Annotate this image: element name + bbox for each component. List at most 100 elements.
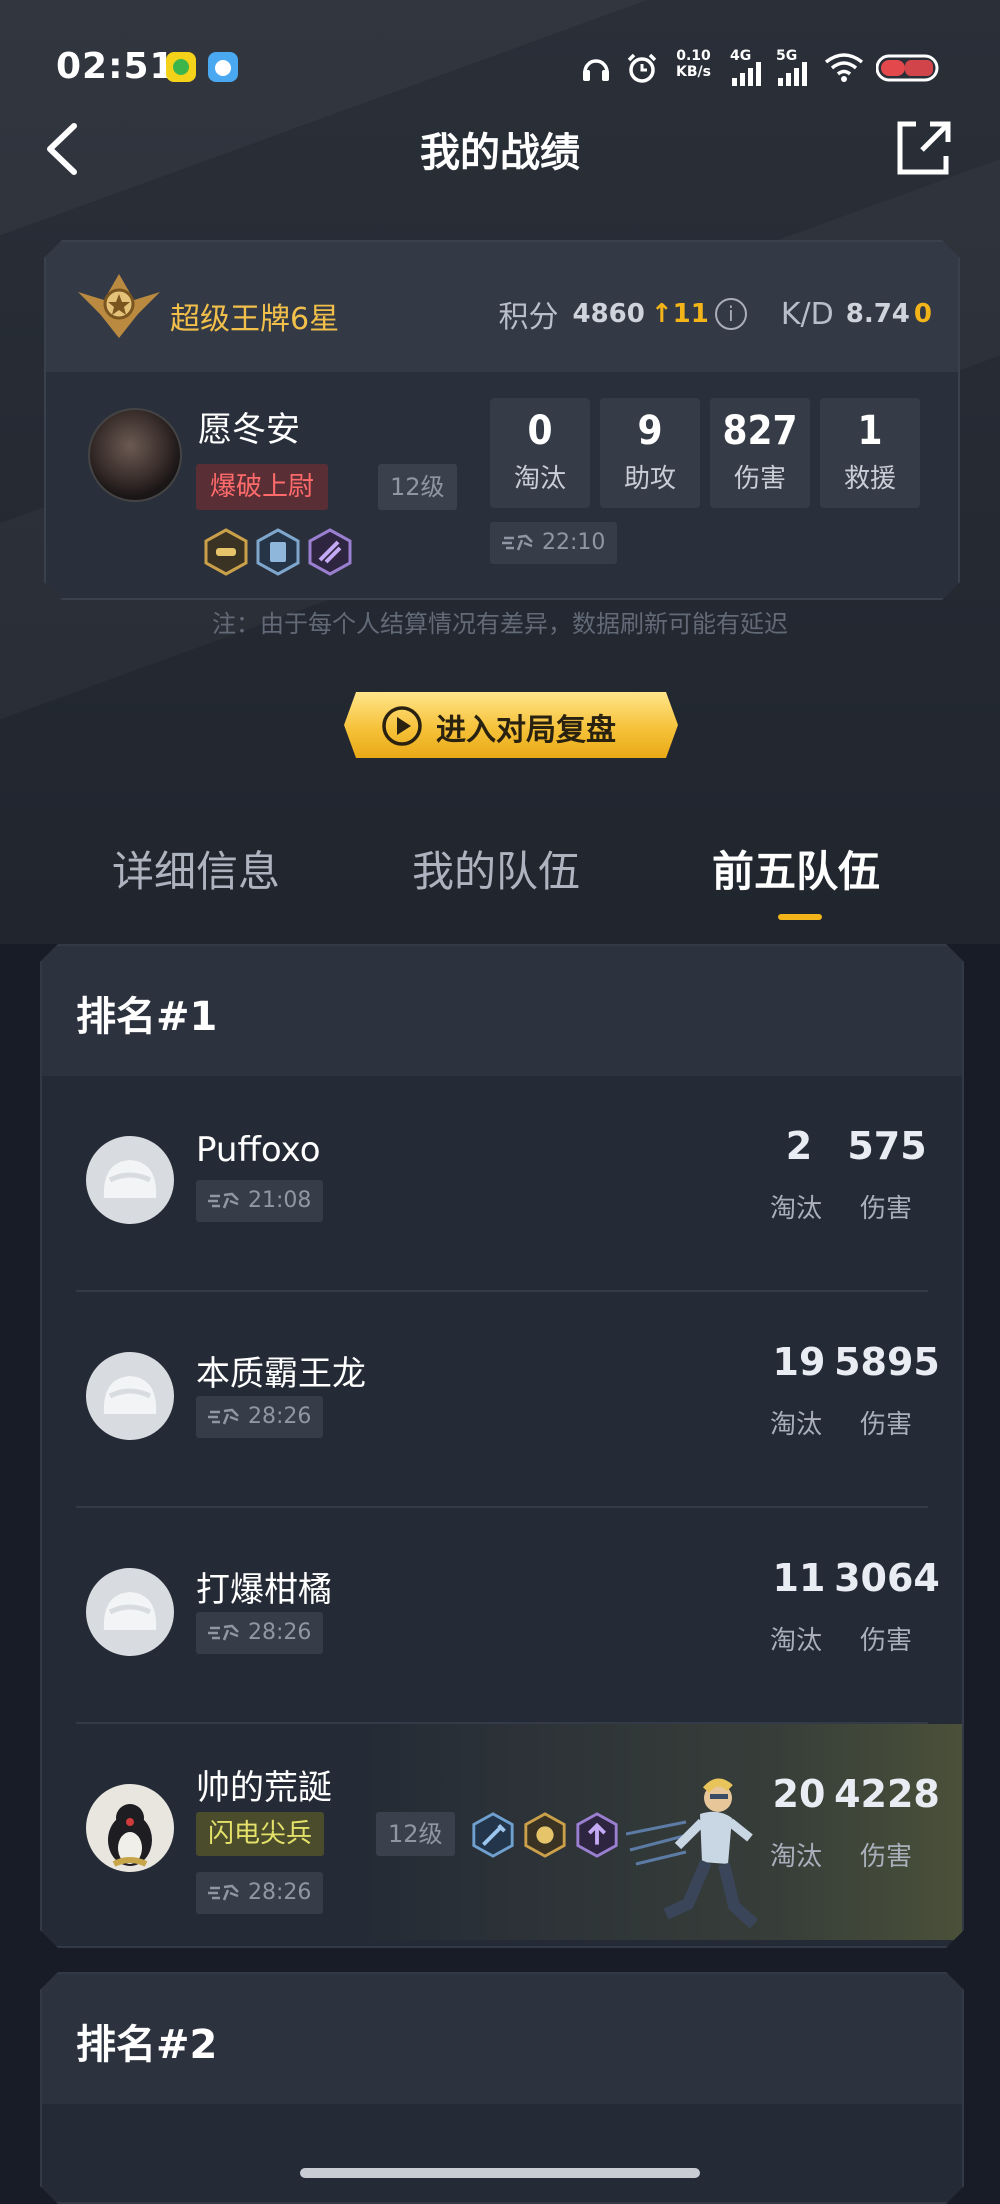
damage-label: 伤害 [860,1194,913,1224]
default-avatar-icon [86,1352,174,1440]
kd-value: 8.74 [845,299,910,329]
stat-value: 1 [857,408,883,454]
alarm-icon [627,53,657,83]
home-indicator[interactable] [300,2168,700,2178]
survival-time: 28:26 [196,1612,323,1654]
replay-icon [382,706,422,746]
player-row[interactable]: 帅的荒誕 闪电尖兵 12级 28:26 20 4228 淘汰 伤害 [42,1724,962,1940]
running-icon [208,1192,242,1210]
player-name: Puffoxo [196,1130,321,1170]
status-icons: 0.10 KB/s 4G 5G [580,44,980,88]
network-speed: 0.10 KB/s [676,48,711,80]
damage-label: 伤害 [860,1626,913,1656]
player-row[interactable]: 本质霸王龙 28:26 19 5895 淘汰 伤害 [42,1292,962,1508]
player-name: 打爆柑橘 [196,1570,332,1610]
title-badge: 闪电尖兵 [196,1812,324,1856]
info-icon[interactable]: i [715,298,747,330]
kills-value: 20 [772,1772,826,1816]
survival-time: 28:26 [196,1872,323,1914]
default-avatar-icon [86,1568,174,1656]
stat-label: 助攻 [623,464,676,494]
player-name: 愿冬安 [198,410,300,450]
kills-label: 淘汰 [770,1410,823,1440]
honor-arrow-icon[interactable] [574,1812,620,1858]
kd-label: K/D [780,296,834,332]
player-name: 帅的荒誕 [196,1768,332,1808]
level-badge: 12级 [376,1812,455,1856]
score-change: 11 [672,299,709,329]
kills-label: 淘汰 [770,1194,823,1224]
kills-label: 淘汰 [770,1842,823,1872]
score-value: 4860 [572,299,645,329]
running-icon [502,534,536,552]
wifi-icon [824,53,864,82]
kills-value: 2 [785,1124,813,1168]
score-up-icon: ↑ [650,299,673,329]
active-tab-indicator [778,914,822,920]
survival-time: 28:26 [196,1396,323,1438]
rank-title: 排名#1 [76,994,218,1040]
stat-assists: 9 助攻 [600,398,700,508]
score-label: 积分 [498,300,559,335]
stat-label: 救援 [843,464,896,494]
avatar[interactable] [88,408,182,502]
damage-value: 575 [847,1124,927,1168]
signal-bars-icon [732,62,761,86]
honor-medal-icon[interactable] [522,1812,568,1858]
damage-value: 5895 [834,1340,940,1384]
damage-label: 伤害 [860,1842,913,1872]
stat-label: 淘汰 [513,464,566,494]
survival-time: 22:10 [490,522,617,564]
tab-my-team[interactable]: 我的队伍 [412,838,580,899]
damage-value: 3064 [834,1556,940,1600]
signal-bars-icon-2 [778,62,807,86]
page-title: 我的战绩 [420,130,580,176]
tab-top-five-teams[interactable]: 前五队伍 [712,838,880,899]
kills-value: 19 [772,1340,826,1384]
rank-name: 超级王牌6星 [170,302,340,337]
status-bar: 02:51 0.10 KB/s 4G 5G [0,40,1000,92]
avatar [86,1784,174,1872]
kd-suffix: 0 [913,299,932,329]
headphones-icon [583,59,609,81]
player-row[interactable]: 打爆柑橘 28:26 11 3064 淘汰 伤害 [42,1508,962,1724]
share-button[interactable] [888,114,958,184]
damage-label: 伤害 [860,1410,913,1440]
rank-title: 排名#2 [76,2022,218,2068]
data-delay-note: 注：由于每个人结算情况有差异，数据刷新可能有延迟 [212,610,788,638]
share-icon [897,121,951,175]
stat-value: 0 [527,408,553,454]
survival-time: 21:08 [196,1180,323,1222]
stat-kills: 0 淘汰 [490,398,590,508]
score-kd-block: 积分 4860 ↑11 i K/D 8.74 0 [499,292,933,332]
kills-label: 淘汰 [770,1626,823,1656]
tab-details[interactable]: 详细信息 [112,838,280,899]
honor-shield-icon[interactable] [254,528,302,576]
my-stats-card: 超级王牌6星 积分 4860 ↑11 i K/D 8.74 0 愿冬安 爆破上尉 12级 0… [44,240,960,600]
notification-app-icon [166,52,196,82]
player-row[interactable]: Puffoxo 21:08 2 575 淘汰 伤害 [42,1076,962,1292]
stat-value: 9 [637,408,663,454]
default-avatar-icon [86,1136,174,1224]
player-name: 本质霸王龙 [196,1354,366,1394]
stat-rescues: 1 救援 [820,398,920,508]
kills-value: 11 [772,1556,826,1600]
stat-value: 827 [722,408,798,454]
honor-strike-icon[interactable] [306,528,354,576]
damage-value: 4228 [834,1772,940,1816]
tabs: 详细信息 我的队伍 前五队伍 [0,830,1000,940]
running-icon [208,1884,242,1902]
notification-app-icon-2 [208,52,238,82]
battery-icon [876,54,939,82]
stat-label: 伤害 [733,464,786,494]
honor-bullet-icon[interactable] [202,528,250,576]
running-icon [208,1624,242,1642]
rank-card-1: 排名#1 Puffoxo 21:08 2 575 淘汰 伤害 本质霸王龙 28:… [40,944,964,1948]
replay-button[interactable]: 进入对局复盘 [344,692,678,758]
running-icon [208,1408,242,1426]
status-time: 02:51 [56,46,176,87]
level-badge: 12级 [378,464,457,510]
stat-damage: 827 伤害 [710,398,810,508]
honor-wrench-icon[interactable] [470,1812,516,1858]
title-badge: 爆破上尉 [196,464,328,510]
